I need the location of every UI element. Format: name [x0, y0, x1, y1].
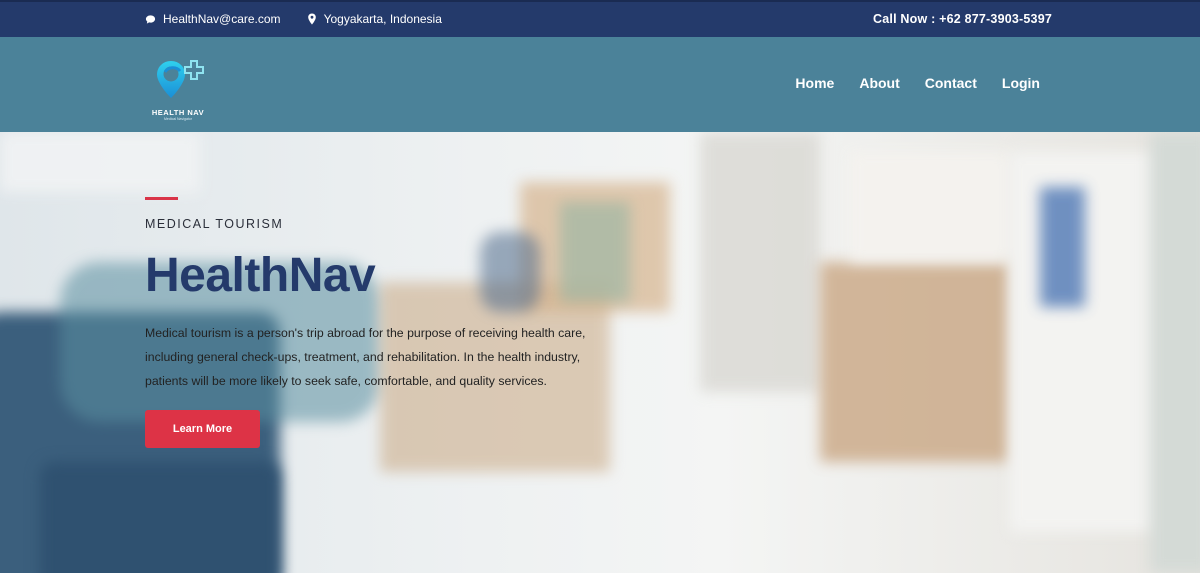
call-now-phone[interactable]: Call Now : +62 877-3903-5397 [873, 12, 1052, 26]
contact-info: HealthNav@care.com Yogyakarta, Indonesia [145, 12, 442, 26]
hero-title: HealthNav [145, 249, 376, 302]
map-pin-icon [307, 13, 316, 25]
learn-more-button[interactable]: Learn More [145, 410, 260, 448]
location-contact: Yogyakarta, Indonesia [307, 12, 442, 26]
location-text: Yogyakarta, Indonesia [323, 12, 442, 26]
top-contact-bar: HealthNav@care.com Yogyakarta, Indonesia… [0, 0, 1200, 37]
accent-divider [145, 197, 178, 200]
email-contact[interactable]: HealthNav@care.com [145, 12, 281, 26]
nav-about[interactable]: About [859, 75, 899, 91]
email-text: HealthNav@care.com [163, 12, 281, 26]
chat-bubble-icon [145, 14, 156, 24]
hero-description: Medical tourism is a person's trip abroa… [145, 326, 586, 388]
nav-contact[interactable]: Contact [925, 75, 977, 91]
brand-name: HEALTH NAV [151, 108, 205, 117]
hero-section: MEDICAL TOURISM HealthNav Medical touris… [0, 132, 1200, 573]
brand-tagline: Medical Navigator [163, 117, 192, 121]
nav-home[interactable]: Home [795, 75, 834, 91]
health-nav-logo-icon [157, 60, 204, 98]
main-navbar: HEALTH NAV Medical Navigator Home About … [0, 37, 1200, 132]
main-menu: Home About Contact Login [795, 75, 1040, 91]
hero-eyebrow: MEDICAL TOURISM [145, 217, 284, 231]
nav-login[interactable]: Login [1002, 75, 1040, 91]
